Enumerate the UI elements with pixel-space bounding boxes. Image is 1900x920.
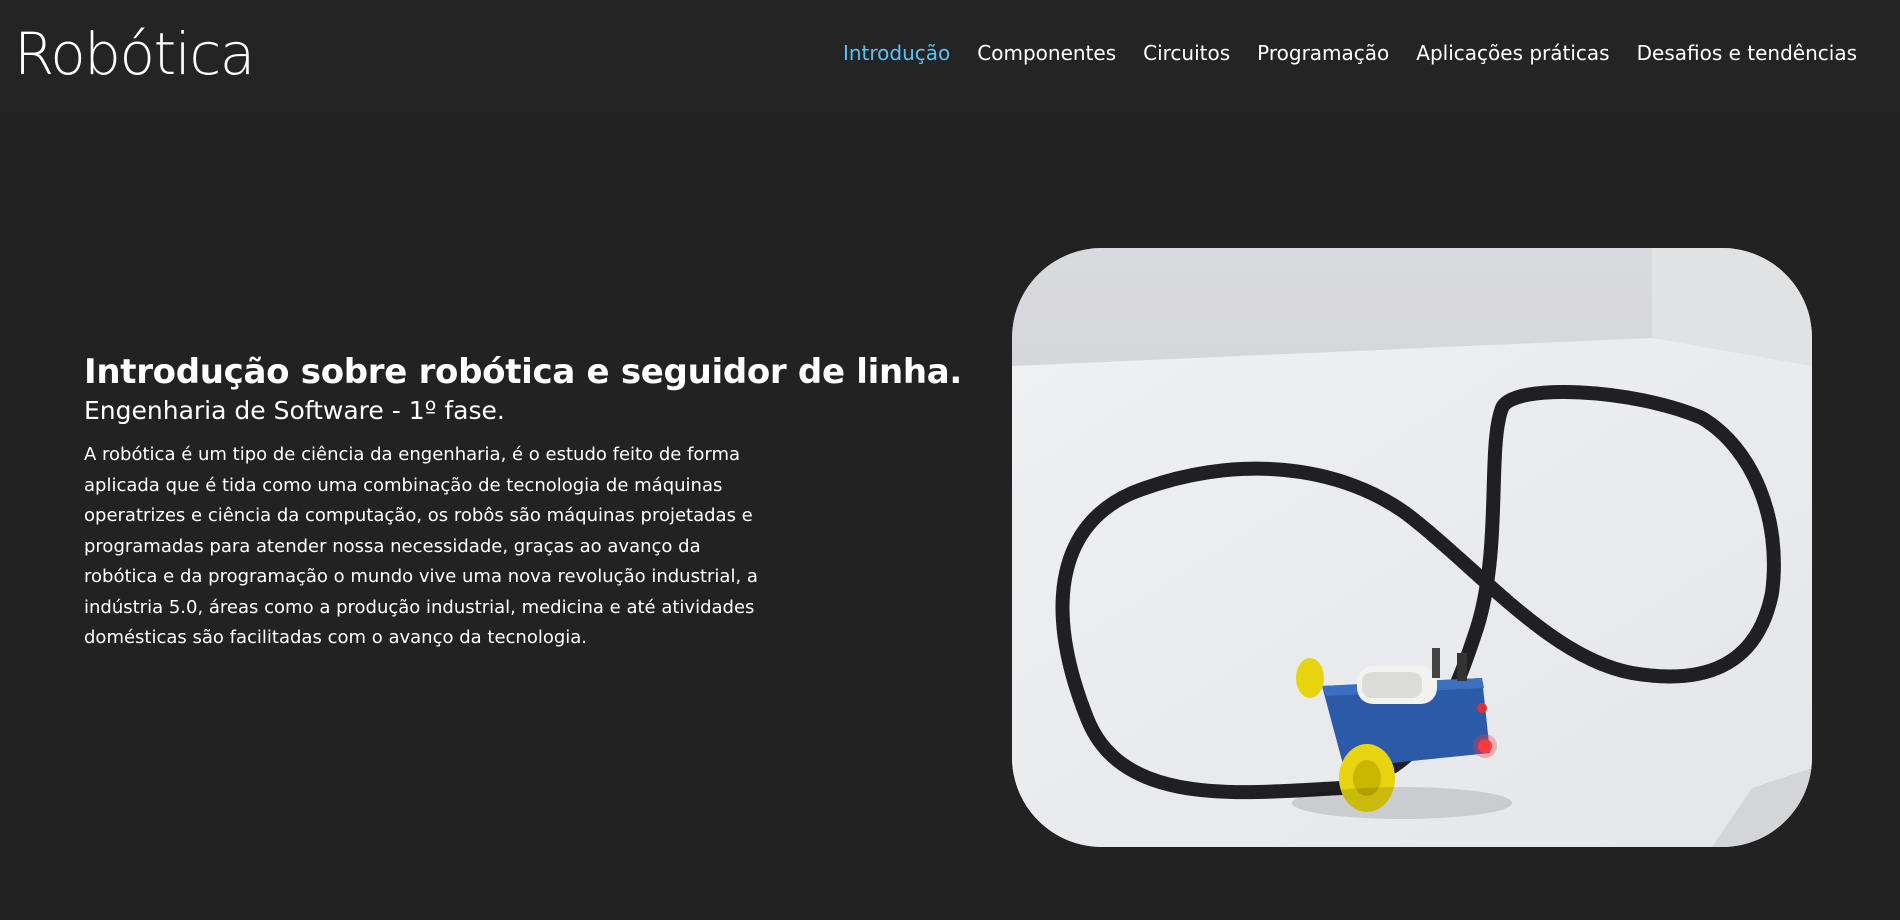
hero-title: Introdução sobre robótica e seguidor de … xyxy=(84,352,963,392)
main-nav: Introdução Componentes Circuitos Program… xyxy=(843,38,1857,68)
hero-paragraph: A robótica é um tipo de ciência da engen… xyxy=(84,444,758,648)
site-logo[interactable]: Robótica xyxy=(14,18,255,90)
hero-text-section: Introdução sobre robótica e seguidor de … xyxy=(84,350,964,654)
nav-link-desafios-tendencias[interactable]: Desafios e tendências xyxy=(1637,38,1857,68)
line-follower-robot-photo xyxy=(1012,248,1812,847)
nav-link-programacao[interactable]: Programação xyxy=(1257,38,1389,68)
navbar: Robótica Introdução Componentes Circuito… xyxy=(0,0,1900,112)
nav-link-introducao[interactable]: Introdução xyxy=(843,38,950,68)
nav-link-aplicacoes-praticas[interactable]: Aplicações práticas xyxy=(1416,38,1609,68)
nav-link-circuitos[interactable]: Circuitos xyxy=(1143,38,1230,68)
hero-subtitle: Engenharia de Software - 1º fase. xyxy=(84,396,505,425)
nav-link-componentes[interactable]: Componentes xyxy=(977,38,1116,68)
